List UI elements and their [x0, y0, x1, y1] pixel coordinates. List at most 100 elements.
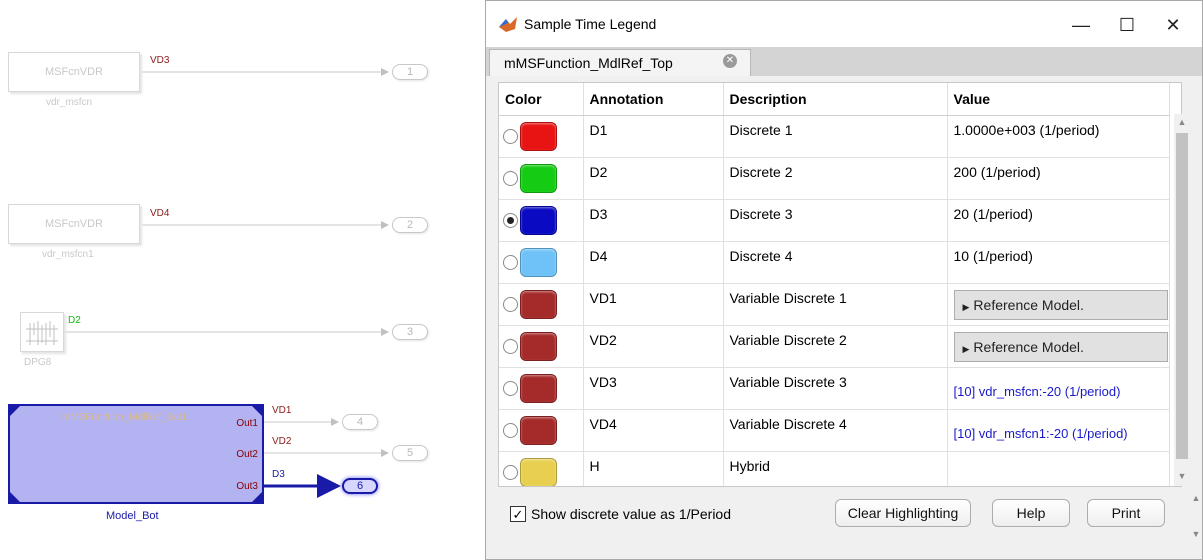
annotation-cell: D4	[583, 241, 724, 284]
color-cell	[499, 241, 584, 284]
block-text: MSFcnVDR	[44, 66, 104, 78]
highlight-radio[interactable]	[503, 212, 518, 228]
column-header-value: Value	[947, 83, 1170, 116]
value-cell: 20 (1/period)	[947, 199, 1170, 242]
msfcnvdr-block-2[interactable]: MSFcnVDR	[8, 204, 140, 244]
annotation-cell: VD4	[583, 409, 724, 452]
value-cell: 1.0000e+003 (1/period)	[947, 115, 1170, 158]
color-cell	[499, 157, 584, 200]
annotation-cell: D2	[583, 157, 724, 200]
outport-4[interactable]: 4	[342, 414, 378, 430]
outport-2[interactable]: 2	[392, 217, 428, 233]
description-cell: Discrete 1	[723, 115, 948, 158]
scroll-up-icon[interactable]: ▲	[1174, 117, 1190, 127]
source-block-link[interactable]: [10] vdr_msfcn1:-20 (1/period)	[954, 416, 1168, 441]
sample-time-legend-dialog: Sample Time Legend — ☐ ✕ mMSFunction_Mdl…	[485, 0, 1203, 560]
annotation-cell: VD1	[583, 283, 724, 326]
table-row[interactable]: D3 Discrete 3 20 (1/period)	[499, 199, 1170, 242]
color-swatch	[520, 121, 557, 151]
color-swatch	[520, 205, 557, 235]
table-scrollbar-thumb[interactable]	[1176, 133, 1188, 459]
simulink-canvas[interactable]: MSFcnVDR vdr_msfcn VD3 1 MSFcnVDR vdr_ms…	[0, 0, 485, 560]
title-bar[interactable]: Sample Time Legend — ☐ ✕	[486, 1, 1202, 47]
table-row[interactable]: D4 Discrete 4 10 (1/period)	[499, 241, 1170, 284]
table-row[interactable]: VD2 Variable Discrete 2 ▶ Reference Model.	[499, 325, 1170, 368]
signal-label-vd1: VD1	[272, 405, 292, 416]
highlight-radio[interactable]	[503, 128, 518, 144]
description-cell: Variable Discrete 4	[723, 409, 948, 452]
show-discrete-checkbox-row[interactable]: ✓ Show discrete value as 1/Period	[510, 506, 731, 522]
outport-5[interactable]: 5	[392, 445, 428, 461]
description-cell: Hybrid	[723, 451, 948, 486]
scroll-down-icon[interactable]: ▼	[1174, 471, 1190, 481]
dialog-scroll-down-icon[interactable]: ▼	[1190, 529, 1202, 539]
table-row[interactable]: VD4 Variable Discrete 4 [10] vdr_msfcn1:-2…	[499, 409, 1170, 452]
table-row[interactable]: D2 Discrete 2 200 (1/period)	[499, 157, 1170, 200]
print-button[interactable]: Print	[1087, 499, 1165, 527]
description-cell: Discrete 3	[723, 199, 948, 242]
annotation-cell: D1	[583, 115, 724, 158]
table-row[interactable]: D1 Discrete 1 1.0000e+003 (1/period)	[499, 115, 1170, 158]
tab-mmsfunction-mdlref-top[interactable]: mMSFunction_MdlRef_Top	[489, 49, 751, 76]
column-header-annotation: Annotation	[583, 83, 724, 116]
minimize-button[interactable]: —	[1058, 9, 1104, 41]
value-cell: [10] vdr_msfcn1:-20 (1/period)	[947, 409, 1170, 452]
value-cell: ▶ Reference Model.	[947, 325, 1170, 368]
highlight-radio[interactable]	[503, 296, 518, 312]
expand-triangle-icon: ▶	[962, 301, 970, 312]
highlight-radio[interactable]	[503, 464, 518, 480]
show-discrete-label: Show discrete value as 1/Period	[531, 506, 731, 522]
color-swatch	[520, 289, 557, 319]
outport-3[interactable]: 3	[392, 324, 428, 340]
show-discrete-checkbox[interactable]: ✓	[510, 506, 526, 522]
reference-model-label: Reference Model.	[973, 338, 1084, 355]
color-cell	[499, 409, 584, 452]
highlight-radio[interactable]	[503, 422, 518, 438]
dpg-block[interactable]	[20, 312, 64, 352]
pulse-generator-icon	[26, 321, 58, 345]
model-reference-title: mMSFunction_MdlRef_Bot1	[62, 412, 188, 423]
dialog-scroll-up-icon[interactable]: ▲	[1190, 493, 1202, 503]
tab-bar: mMSFunction_MdlRef_Top ✕	[486, 47, 1202, 76]
block-name-dpg8: DPG8	[24, 357, 52, 368]
description-cell: Variable Discrete 1	[723, 283, 948, 326]
column-header-description: Description	[723, 83, 948, 116]
legend-table: Color Annotation Description Value D1 Dis…	[499, 83, 1170, 486]
help-button[interactable]: Help	[992, 499, 1070, 527]
msfcnvdr-block-1[interactable]: MSFcnVDR	[8, 52, 140, 92]
maximize-button[interactable]: ☐	[1104, 9, 1150, 41]
signal-label-d3: D3	[272, 469, 285, 480]
description-cell: Discrete 2	[723, 157, 948, 200]
description-cell: Discrete 4	[723, 241, 948, 284]
dialog-title: Sample Time Legend	[524, 16, 657, 32]
model-reference-block[interactable]: mMSFunction_MdlRef_Bot1 Out1 Out2 Out3	[8, 404, 264, 504]
reference-model-button[interactable]: ▶ Reference Model.	[953, 331, 1168, 362]
reference-model-button[interactable]: ▶ Reference Model.	[953, 289, 1168, 320]
highlight-radio[interactable]	[503, 254, 518, 270]
color-cell	[499, 325, 584, 368]
table-row[interactable]: VD1 Variable Discrete 1 ▶ Reference Model.	[499, 283, 1170, 326]
color-swatch	[520, 163, 557, 193]
block-name-vdr-msfcn1: vdr_msfcn1	[42, 249, 94, 260]
tab-close-icon[interactable]: ✕	[723, 54, 737, 68]
close-button[interactable]: ✕	[1150, 9, 1196, 41]
value-cell: ▶ Reference Model.	[947, 283, 1170, 326]
expand-triangle-icon: ▶	[962, 343, 970, 354]
highlight-radio[interactable]	[503, 170, 518, 186]
highlight-radio[interactable]	[503, 338, 518, 354]
highlight-radio[interactable]	[503, 380, 518, 396]
description-cell: Variable Discrete 3	[723, 367, 948, 410]
clear-highlighting-button[interactable]: Clear Highlighting	[835, 499, 971, 527]
signal-label-vd3: VD3	[150, 55, 170, 66]
table-row[interactable]: VD3 Variable Discrete 3 [10] vdr_msfcn:-20…	[499, 367, 1170, 410]
legend-table-container: Color Annotation Description Value D1 Dis…	[498, 82, 1182, 487]
table-row[interactable]: H Hybrid	[499, 451, 1170, 486]
color-cell	[499, 451, 584, 486]
color-cell	[499, 367, 584, 410]
tab-label: mMSFunction_MdlRef_Top	[504, 55, 673, 71]
outport-6[interactable]: 6	[342, 478, 378, 494]
annotation-cell: VD3	[583, 367, 724, 410]
annotation-cell: VD2	[583, 325, 724, 368]
source-block-link[interactable]: [10] vdr_msfcn:-20 (1/period)	[954, 374, 1168, 399]
outport-1[interactable]: 1	[392, 64, 428, 80]
